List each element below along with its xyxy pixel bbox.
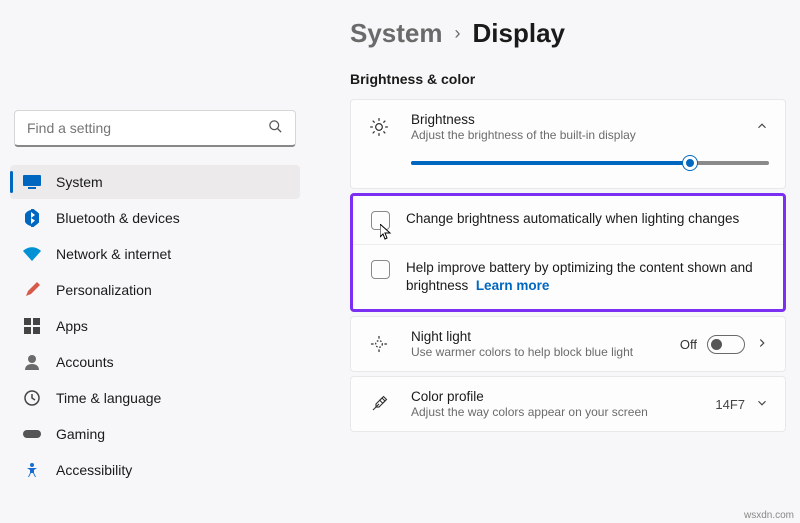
eyedropper-icon <box>367 395 391 413</box>
color-profile-value: 14F7 <box>715 397 745 412</box>
auto-brightness-row[interactable]: Change brightness automatically when lig… <box>353 196 783 245</box>
battery-optimize-label: Help improve battery by optimizing the c… <box>406 259 765 295</box>
night-light-card[interactable]: Night light Use warmer colors to help bl… <box>350 316 786 372</box>
brush-icon <box>22 280 42 300</box>
auto-brightness-label: Change brightness automatically when lig… <box>406 210 739 228</box>
brightness-title: Brightness <box>411 112 755 127</box>
apps-icon <box>22 316 42 336</box>
sidebar-item-label: Personalization <box>56 282 152 298</box>
breadcrumb-parent[interactable]: System <box>350 18 443 49</box>
slider-thumb[interactable] <box>683 156 697 170</box>
search-icon <box>268 119 283 137</box>
sidebar-item-label: Time & language <box>56 390 161 406</box>
sidebar-item-system[interactable]: System <box>10 165 300 199</box>
sidebar-item-label: Accessibility <box>56 462 132 478</box>
learn-more-link[interactable]: Learn more <box>476 278 550 293</box>
color-profile-title: Color profile <box>411 389 715 404</box>
watermark: wsxdn.com <box>744 510 794 521</box>
sidebar-item-bluetooth[interactable]: Bluetooth & devices <box>10 201 300 235</box>
sidebar-item-label: Gaming <box>56 426 105 442</box>
sidebar-item-label: Apps <box>56 318 88 334</box>
battery-optimize-checkbox[interactable] <box>371 260 390 279</box>
sidebar-item-label: Bluetooth & devices <box>56 210 180 226</box>
slider-fill <box>411 161 690 165</box>
sidebar-item-label: System <box>56 174 103 190</box>
chevron-down-icon[interactable] <box>755 396 769 413</box>
auto-brightness-checkbox[interactable] <box>371 211 390 230</box>
chevron-up-icon[interactable] <box>755 119 769 136</box>
battery-optimize-row[interactable]: Help improve battery by optimizing the c… <box>353 245 783 309</box>
sidebar-item-gaming[interactable]: Gaming <box>10 417 300 451</box>
night-light-title: Night light <box>411 329 680 344</box>
breadcrumb: System › Display <box>350 18 786 49</box>
breadcrumb-current: Display <box>473 18 566 49</box>
section-title: Brightness & color <box>350 71 786 87</box>
brightness-row[interactable]: Brightness Adjust the brightness of the … <box>351 100 785 154</box>
accounts-icon <box>22 352 42 372</box>
night-light-toggle[interactable] <box>707 335 745 354</box>
accessibility-icon <box>22 460 42 480</box>
sidebar-item-label: Accounts <box>56 354 114 370</box>
gaming-icon <box>22 424 42 444</box>
brightness-slider[interactable] <box>411 154 769 172</box>
night-light-icon <box>367 334 391 354</box>
chevron-right-icon: › <box>455 23 461 44</box>
color-profile-sub: Adjust the way colors appear on your scr… <box>411 405 715 419</box>
search-input[interactable] <box>27 120 268 136</box>
night-light-state: Off <box>680 337 697 352</box>
system-icon <box>22 172 42 192</box>
sidebar-item-accounts[interactable]: Accounts <box>10 345 300 379</box>
cursor-icon <box>380 224 394 243</box>
sidebar-nav: System Bluetooth & devices Network & int… <box>10 165 300 489</box>
sidebar-item-network[interactable]: Network & internet <box>10 237 300 271</box>
brightness-sub-options: Change brightness automatically when lig… <box>350 193 786 312</box>
bluetooth-icon <box>22 208 42 228</box>
brightness-card: Brightness Adjust the brightness of the … <box>350 99 786 189</box>
sidebar-item-accessibility[interactable]: Accessibility <box>10 453 300 487</box>
wifi-icon <box>22 244 42 264</box>
search-input-wrapper[interactable] <box>14 110 296 147</box>
clock-icon <box>22 388 42 408</box>
sidebar-item-label: Network & internet <box>56 246 171 262</box>
color-profile-card[interactable]: Color profile Adjust the way colors appe… <box>350 376 786 432</box>
night-light-sub: Use warmer colors to help block blue lig… <box>411 345 680 359</box>
brightness-icon <box>367 117 391 137</box>
brightness-sub: Adjust the brightness of the built-in di… <box>411 128 755 142</box>
sidebar-item-personalization[interactable]: Personalization <box>10 273 300 307</box>
sidebar-item-apps[interactable]: Apps <box>10 309 300 343</box>
chevron-right-icon[interactable] <box>755 336 769 353</box>
sidebar-item-time[interactable]: Time & language <box>10 381 300 415</box>
